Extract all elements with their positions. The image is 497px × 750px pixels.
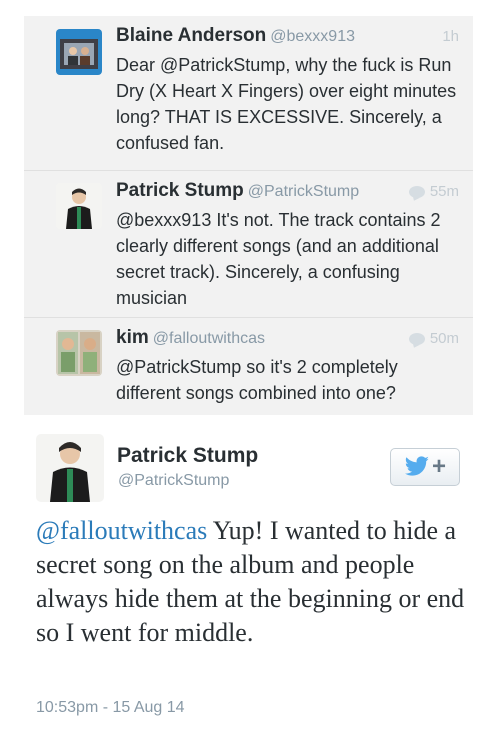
- tweet-text: @PatrickStump so it's 2 completely diffe…: [116, 357, 398, 403]
- tweet-time: 1h: [442, 28, 459, 45]
- avatar[interactable]: [36, 434, 104, 502]
- tweet-time: 55m: [408, 183, 459, 200]
- reply-bubble-icon: [408, 185, 425, 198]
- author-name[interactable]: Blaine Anderson: [116, 25, 266, 46]
- tweet-header: Patrick Stump @PatrickStump 55m: [116, 180, 459, 204]
- author-name[interactable]: kim: [116, 327, 149, 348]
- conversation-thread: Blaine Anderson @bexxx913 1h Dear @Patric…: [24, 16, 473, 415]
- avatar[interactable]: [56, 29, 102, 75]
- tweet-time: 50m: [408, 330, 459, 347]
- author-name[interactable]: Patrick Stump: [117, 444, 258, 468]
- reply-tweet[interactable]: Patrick Stump @PatrickStump 55m @bexxx913…: [24, 171, 473, 318]
- author-name[interactable]: Patrick Stump: [116, 180, 244, 201]
- author-handle[interactable]: @PatrickStump: [248, 183, 359, 200]
- reply-tweet[interactable]: Blaine Anderson @bexxx913 1h Dear @Patric…: [24, 16, 473, 171]
- main-tweet: Patrick Stump @PatrickStump + @falloutwi…: [0, 420, 497, 750]
- avatar[interactable]: [56, 183, 102, 229]
- avatar[interactable]: [56, 330, 102, 376]
- tweet-text: @bexxx913 It's not. The track contains 2…: [116, 210, 441, 308]
- reply-bubble-icon: [408, 332, 425, 345]
- reply-tweet[interactable]: kim @falloutwithcas 50m @PatrickStump so …: [24, 318, 473, 415]
- tweet-header: kim @falloutwithcas 50m: [116, 327, 459, 351]
- twitter-bird-icon: [404, 456, 429, 476]
- tweet-header: Blaine Anderson @bexxx913 1h: [116, 25, 459, 49]
- tweet-timestamp[interactable]: 10:53pm - 15 Aug 14: [36, 699, 185, 717]
- follow-button[interactable]: +: [390, 448, 460, 486]
- tweet-text: @falloutwithcas Yup! I wanted to hide a …: [36, 514, 476, 650]
- author-handle[interactable]: @PatrickStump: [118, 472, 229, 490]
- tweet-text: Dear @PatrickStump, why the fuck is Run …: [116, 55, 457, 153]
- mention-link[interactable]: @falloutwithcas: [36, 516, 207, 545]
- author-handle[interactable]: @bexxx913: [270, 28, 355, 45]
- author-handle[interactable]: @falloutwithcas: [153, 330, 265, 347]
- follow-plus: +: [431, 453, 446, 480]
